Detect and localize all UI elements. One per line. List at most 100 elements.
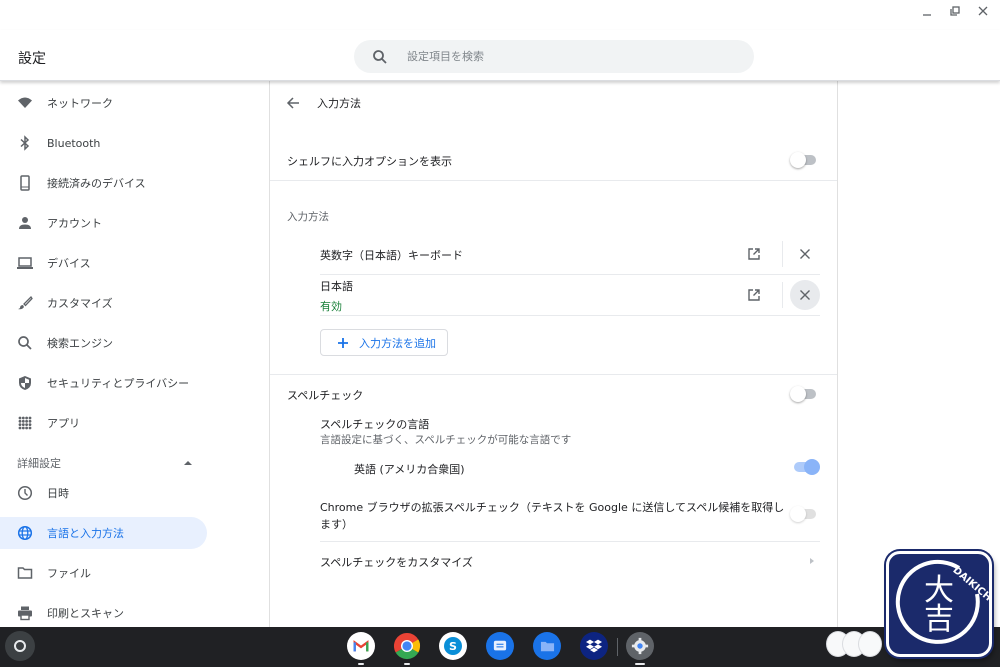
sidebar-item-files[interactable]: ファイル — [0, 557, 207, 589]
spellcheck-toggle[interactable] — [790, 386, 818, 402]
back-arrow-icon[interactable] — [286, 96, 300, 110]
chrome-app[interactable] — [393, 632, 421, 665]
shelf: S — [0, 627, 1000, 667]
skype-app[interactable]: S — [439, 632, 467, 660]
daikichi-logo: DAIKICHI 吉 大 — [886, 551, 996, 657]
remove-input-method-button[interactable] — [790, 280, 820, 310]
gmail-app[interactable] — [347, 632, 375, 665]
settings-page: 入力方法 シェルフに入力オプションを表示 入力方法 英数字（日本語）キーボード … — [270, 81, 838, 627]
input-method-name: 英数字（日本語）キーボード — [320, 249, 463, 262]
chevron-up-icon — [184, 461, 192, 465]
sidebar-item-label: セキュリティとプライバシー — [47, 377, 190, 390]
logo-glyph-top: 大 — [924, 573, 954, 608]
close-icon — [978, 6, 988, 16]
divider — [270, 180, 837, 181]
restore-button[interactable] — [948, 4, 962, 18]
spellcheck-language-name: 英語 (アメリカ合衆国) — [354, 463, 465, 476]
close-icon — [800, 290, 810, 300]
messages-app[interactable] — [486, 632, 514, 660]
sidebar-item-label: アカウント — [47, 217, 102, 230]
sidebar-item-label: ネットワーク — [47, 97, 113, 110]
shelf-option-toggle[interactable] — [790, 152, 818, 168]
globe-icon — [17, 525, 33, 541]
divider — [270, 374, 837, 375]
sidebar-item-apps[interactable]: アプリ — [0, 407, 207, 439]
running-indicator — [404, 663, 410, 665]
search-icon — [17, 335, 33, 351]
search-box[interactable] — [354, 40, 754, 73]
advanced-settings-toggle[interactable]: 詳細設定 — [17, 455, 192, 471]
toggle-knob — [804, 459, 820, 475]
skype-icon: S — [444, 637, 462, 655]
input-method-name: 日本語 — [320, 280, 353, 293]
sidebar-item-network[interactable]: ネットワーク — [0, 87, 207, 119]
enhanced-spellcheck-toggle[interactable] — [790, 506, 818, 522]
customize-spellcheck-label: スペルチェックをカスタマイズ — [320, 556, 473, 569]
sidebar: ネットワーク Bluetooth 接続済みのデバイス アカウント デバイス カス… — [0, 81, 270, 627]
external-link-icon — [748, 248, 760, 260]
person-icon — [17, 215, 33, 231]
shield-icon — [17, 375, 33, 391]
daikichi-logo-icon: DAIKICHI 吉 大 — [895, 559, 996, 644]
dropbox-app[interactable] — [580, 632, 608, 660]
sidebar-item-customize[interactable]: カスタマイズ — [0, 287, 207, 319]
app-header: 設定 — [0, 30, 1000, 81]
window-controls — [920, 4, 990, 18]
chrome-icon — [393, 632, 421, 660]
sidebar-item-bluetooth[interactable]: Bluetooth — [0, 127, 207, 159]
sidebar-item-label: ファイル — [47, 567, 91, 580]
divider — [320, 274, 820, 275]
divider — [320, 315, 820, 316]
spellcheck-language-toggle[interactable] — [792, 459, 820, 475]
separator — [782, 241, 783, 267]
open-settings-button[interactable] — [739, 280, 769, 310]
sidebar-item-date-time[interactable]: 日時 — [0, 477, 207, 509]
search-input[interactable] — [407, 50, 727, 63]
input-method-status: 有効 — [320, 300, 342, 313]
sidebar-item-connected-devices[interactable]: 接続済みのデバイス — [0, 167, 207, 199]
input-methods-heading: 入力方法 — [287, 211, 329, 223]
close-window-button[interactable] — [976, 4, 990, 18]
brush-icon — [17, 295, 33, 311]
folder-icon — [540, 641, 554, 651]
settings-app[interactable] — [626, 632, 654, 665]
close-icon — [800, 249, 810, 259]
sidebar-item-search-engine[interactable]: 検索エンジン — [0, 327, 207, 359]
printer-icon — [17, 605, 33, 621]
external-link-icon — [748, 289, 760, 301]
messages-icon — [493, 640, 507, 651]
sidebar-item-label: 検索エンジン — [47, 337, 113, 350]
running-indicator — [635, 663, 645, 665]
wifi-icon — [17, 95, 33, 111]
laptop-icon — [17, 255, 33, 271]
folder-icon — [17, 565, 33, 581]
toggle-knob — [790, 506, 806, 522]
sidebar-item-label: 接続済みのデバイス — [47, 177, 146, 190]
sidebar-item-label: 言語と入力方法 — [47, 527, 124, 540]
add-input-method-button[interactable]: 入力方法を追加 — [320, 329, 448, 356]
app-title: 設定 — [18, 51, 46, 67]
spellcheck-label: スペルチェック — [287, 389, 364, 402]
spellcheck-languages-subtitle: 言語設定に基づく、スペルチェックが可能な言語です — [320, 434, 572, 446]
sidebar-item-device[interactable]: デバイス — [0, 247, 207, 279]
sidebar-item-languages[interactable]: 言語と入力方法 — [0, 517, 207, 549]
apps-grid-icon — [17, 415, 33, 431]
sidebar-item-security[interactable]: セキュリティとプライバシー — [0, 367, 207, 399]
sidebar-item-label: 印刷とスキャン — [47, 607, 124, 620]
clock-icon — [17, 485, 33, 501]
launcher-button[interactable] — [5, 631, 35, 661]
sidebar-item-account[interactable]: アカウント — [0, 207, 207, 239]
open-settings-button[interactable] — [739, 239, 769, 269]
dropbox-icon — [586, 639, 602, 653]
minimize-button[interactable] — [920, 4, 934, 18]
tray-thumbnails[interactable] — [826, 631, 882, 657]
sidebar-item-print-scan[interactable]: 印刷とスキャン — [0, 597, 207, 629]
sidebar-item-label: アプリ — [47, 417, 80, 430]
toggle-knob — [790, 152, 806, 168]
toggle-knob — [790, 386, 806, 402]
sidebar-item-label: Bluetooth — [47, 136, 101, 150]
remove-input-method-button[interactable] — [790, 239, 820, 269]
files-app[interactable] — [533, 632, 561, 660]
search-icon — [373, 49, 387, 64]
shelf-option-label: シェルフに入力オプションを表示 — [287, 155, 452, 168]
